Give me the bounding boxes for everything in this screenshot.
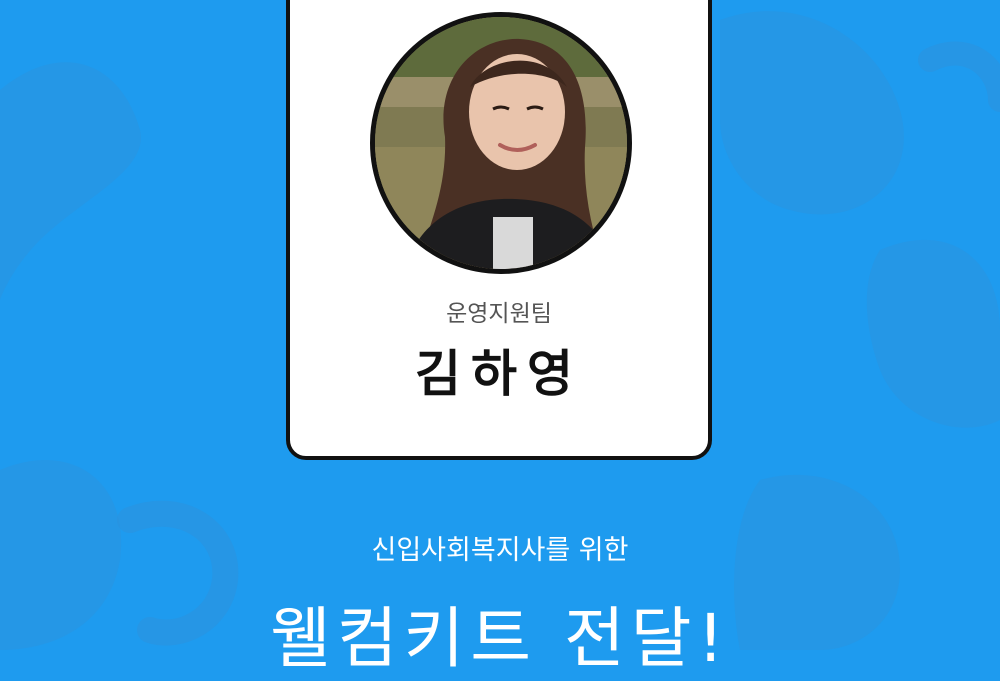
team-name: 운영지원팀 [446, 301, 552, 327]
person-photo-icon [375, 17, 627, 269]
profile-photo [370, 12, 632, 274]
profile-card: 운영지원팀 김하영 [286, 0, 712, 460]
banner-subtitle: 신입사회복지사를 위한 [371, 535, 629, 566]
banner-headline: 웰컴키트 전달! [270, 600, 730, 677]
person-name: 김하영 [415, 345, 583, 403]
